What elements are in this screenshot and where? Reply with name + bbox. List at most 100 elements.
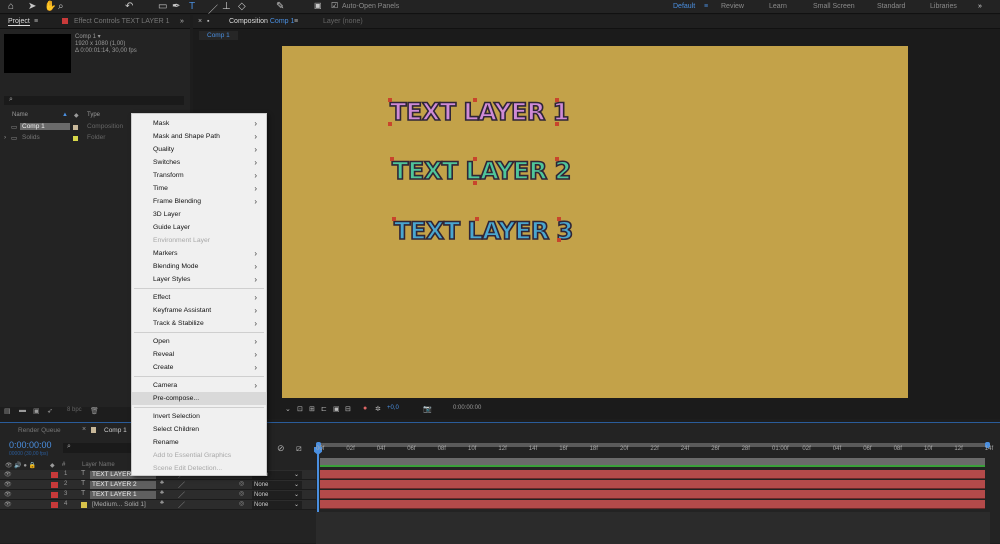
tab-comp-1[interactable]: Comp 1 bbox=[104, 427, 127, 434]
puppet-pin-icon[interactable]: ✎ bbox=[276, 1, 284, 12]
visibility-eye-icon[interactable]: 👁 bbox=[4, 471, 12, 478]
guides-icon[interactable]: ▣ bbox=[333, 405, 340, 413]
rotate-tool-icon[interactable]: ↶ bbox=[125, 1, 133, 12]
menu-item-blending-mode[interactable]: Blending Mode › bbox=[132, 260, 266, 273]
menu-item-time[interactable]: Time › bbox=[132, 182, 266, 195]
quality-switch-icon[interactable]: ／ bbox=[178, 480, 185, 490]
zoom-tool-icon[interactable]: ⌕ bbox=[58, 1, 64, 12]
tab-layer[interactable]: Layer (none) bbox=[323, 18, 363, 25]
panel-menu-icon[interactable]: ≡ bbox=[294, 18, 298, 25]
bounding-handle[interactable] bbox=[388, 98, 392, 102]
column-layer-name[interactable]: Layer Name bbox=[82, 462, 115, 468]
menu-item-mask[interactable]: Mask › bbox=[132, 117, 266, 130]
layer-duration-bar[interactable] bbox=[320, 470, 985, 479]
parent-dropdown[interactable]: None ⌄ bbox=[252, 481, 302, 489]
snapshot-icon[interactable]: 📷 bbox=[423, 405, 432, 413]
menu-item-pre-compose[interactable]: Pre-compose... bbox=[132, 392, 266, 405]
visibility-eye-icon[interactable]: 👁 bbox=[4, 501, 12, 508]
shy-switch-icon[interactable]: ♣ bbox=[160, 480, 164, 486]
bounding-handle[interactable] bbox=[388, 122, 392, 126]
more-workspaces-icon[interactable]: » bbox=[978, 3, 982, 10]
visibility-eye-icon[interactable]: 👁 bbox=[4, 491, 12, 498]
tab-effect-controls[interactable]: Effect Controls TEXT LAYER 1 bbox=[74, 18, 170, 25]
parent-pickwhip-icon[interactable]: ◎ bbox=[239, 490, 244, 497]
close-tab-icon[interactable]: × bbox=[82, 426, 86, 433]
exposure-reset-icon[interactable]: ✲ bbox=[375, 405, 381, 413]
layer-row[interactable]: 👁 4 [Medium... Solid 1] ♣ ／ ◎ None ⌄ bbox=[0, 500, 316, 510]
shy-switch-icon[interactable]: ♣ bbox=[160, 500, 164, 506]
layer-duration-bar[interactable] bbox=[320, 500, 985, 509]
eraser-tool-icon[interactable]: ◇ bbox=[238, 1, 246, 12]
menu-icon[interactable]: ≡ bbox=[704, 3, 708, 10]
comp-name[interactable]: Comp 1 ▾ bbox=[75, 34, 137, 41]
layer-duration-bar[interactable] bbox=[320, 490, 985, 499]
type-tool-icon[interactable]: T bbox=[189, 1, 195, 12]
column-name[interactable]: Name bbox=[12, 112, 28, 118]
comp-breadcrumb[interactable]: Comp 1 bbox=[199, 31, 238, 40]
new-folder-icon[interactable]: ▬ bbox=[19, 407, 26, 414]
layer-duration-bar[interactable] bbox=[320, 480, 985, 489]
trash-icon[interactable]: 🗑 bbox=[90, 407, 99, 415]
auto-open-checkbox[interactable]: ☑ bbox=[331, 1, 338, 10]
brush-tool-icon[interactable]: ／ bbox=[208, 1, 218, 16]
region-of-interest-icon[interactable]: ⊡ bbox=[297, 405, 303, 413]
workspace-learn[interactable]: Learn bbox=[769, 3, 787, 10]
tab-composition[interactable]: Composition Comp 1 bbox=[229, 18, 294, 25]
tab-project[interactable]: Project bbox=[8, 18, 30, 26]
workspace-default[interactable]: Default bbox=[673, 3, 695, 10]
workspace-standard[interactable]: Standard bbox=[877, 3, 905, 10]
menu-item-create[interactable]: Create › bbox=[132, 361, 266, 374]
bounding-handle[interactable] bbox=[557, 217, 561, 221]
menu-item-rename[interactable]: Rename bbox=[132, 436, 266, 449]
flowchart-icon[interactable]: ➶ bbox=[47, 407, 53, 415]
workspace-small-screen[interactable]: Small Screen bbox=[813, 3, 855, 10]
menu-item-guide-layer[interactable]: Guide Layer bbox=[132, 221, 266, 234]
bounding-handle[interactable] bbox=[555, 157, 559, 161]
menu-item-layer-styles[interactable]: Layer Styles › bbox=[132, 273, 266, 286]
menu-item-select-children[interactable]: Select Children bbox=[132, 423, 266, 436]
item-name[interactable]: Solids bbox=[22, 134, 40, 141]
selection-tool-icon[interactable]: ➤ bbox=[28, 1, 36, 12]
menu-item-camera[interactable]: Camera › bbox=[132, 379, 266, 392]
timeline-search-input[interactable]: ⌕ bbox=[63, 443, 133, 453]
column-type[interactable]: Type bbox=[87, 112, 100, 118]
home-icon[interactable]: ⌂ bbox=[8, 1, 14, 12]
expand-panels-icon[interactable]: » bbox=[180, 18, 184, 25]
graph-editor-icon[interactable]: ⧄ bbox=[296, 443, 302, 454]
exposure-value[interactable]: +0,0 bbox=[387, 405, 399, 411]
motion-blur-icon[interactable]: ⊘ bbox=[277, 443, 285, 454]
tab-render-queue[interactable]: Render Queue bbox=[18, 427, 61, 434]
parent-pickwhip-icon[interactable]: ◎ bbox=[239, 480, 244, 487]
stamp-tool-icon[interactable]: ⊥ bbox=[222, 1, 231, 12]
layer-row[interactable]: 👁 3 T TEXT LAYER 1 ♣ ／ ◎ None ⌄ bbox=[0, 490, 316, 500]
interpret-footage-icon[interactable]: ▤ bbox=[4, 407, 11, 415]
expand-arrow-icon[interactable]: › bbox=[4, 134, 6, 141]
item-name[interactable]: Comp 1 bbox=[20, 123, 70, 130]
label-column-icon[interactable]: ◆ bbox=[74, 112, 79, 119]
current-time[interactable]: 0:00:00:00 bbox=[453, 405, 481, 411]
parent-dropdown[interactable]: None ⌄ bbox=[252, 491, 302, 499]
menu-item-switches[interactable]: Switches › bbox=[132, 156, 266, 169]
bounding-handle[interactable] bbox=[473, 98, 477, 102]
menu-item-mask-and-shape-path[interactable]: Mask and Shape Path › bbox=[132, 130, 266, 143]
bounding-handle[interactable] bbox=[555, 98, 559, 102]
menu-item-open[interactable]: Open › bbox=[132, 335, 266, 348]
bounding-handle[interactable] bbox=[557, 238, 561, 242]
menu-item-3d-layer[interactable]: 3D Layer bbox=[132, 208, 266, 221]
bounding-handle[interactable] bbox=[555, 122, 559, 126]
magnification-dropdown[interactable]: ⌄ bbox=[285, 405, 291, 413]
parent-dropdown[interactable]: None ⌄ bbox=[252, 501, 302, 509]
bit-depth[interactable]: 8 bpc bbox=[67, 407, 82, 413]
color-channel-icon[interactable]: ● bbox=[363, 405, 367, 412]
menu-item-effect[interactable]: Effect › bbox=[132, 291, 266, 304]
mask-visibility-icon[interactable]: ⊏ bbox=[321, 405, 327, 413]
text-layer-2[interactable]: TEXT LAYER 2 bbox=[391, 156, 572, 186]
shy-switch-icon[interactable]: ♣ bbox=[160, 490, 164, 496]
menu-item-frame-blending[interactable]: Frame Blending › bbox=[132, 195, 266, 208]
menu-item-invert-selection[interactable]: Invert Selection bbox=[132, 410, 266, 423]
close-tab-icon[interactable]: × bbox=[198, 18, 202, 25]
menu-item-keyframe-assistant[interactable]: Keyframe Assistant › bbox=[132, 304, 266, 317]
bounding-handle[interactable] bbox=[473, 181, 477, 185]
panel-icon[interactable]: ▣ bbox=[314, 1, 322, 10]
visibility-eye-icon[interactable]: 👁 bbox=[4, 481, 12, 488]
